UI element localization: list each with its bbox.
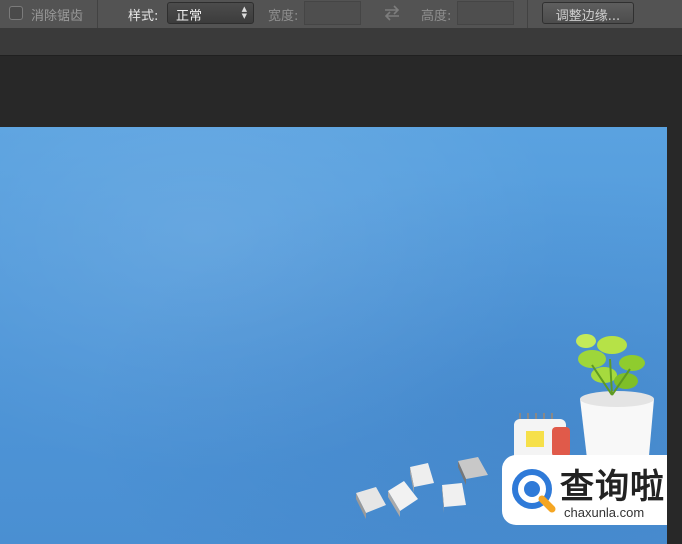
options-bar: 消除锯齿 样式: 正常 ▲ ▼ 宽度: 高度: 调整边缘... [0,0,682,29]
width-label: 宽度: [268,9,299,24]
document-canvas[interactable]: 查询啦 chaxunla.com [0,127,667,544]
potted-plant [576,334,654,472]
antialias-checkbox[interactable] [9,6,23,20]
refine-edge-button[interactable]: 调整边缘... [542,2,634,24]
document-tab-strip [0,29,682,56]
style-select-value: 正常 [176,9,203,24]
swap-arrows-icon[interactable] [382,3,402,23]
keycap [442,483,466,513]
height-field[interactable] [457,1,514,25]
keycap [410,463,434,493]
style-select[interactable]: 正常 ▲ ▼ [167,2,254,24]
width-field[interactable] [304,1,361,25]
watermark-title: 查询啦 [560,467,665,507]
watermark-url: chaxunla.com [564,505,645,520]
watermark: 查询啦 chaxunla.com [502,455,667,525]
style-label: 样式: [128,9,159,24]
magnifier-logo-icon [512,469,556,513]
separator [97,0,98,28]
antialias-label: 消除锯齿 [31,9,84,24]
keycap [356,487,386,519]
separator [527,0,528,28]
up-down-arrows-icon: ▲ ▼ [241,5,247,20]
height-label: 高度: [421,9,452,24]
keycap [458,457,488,485]
